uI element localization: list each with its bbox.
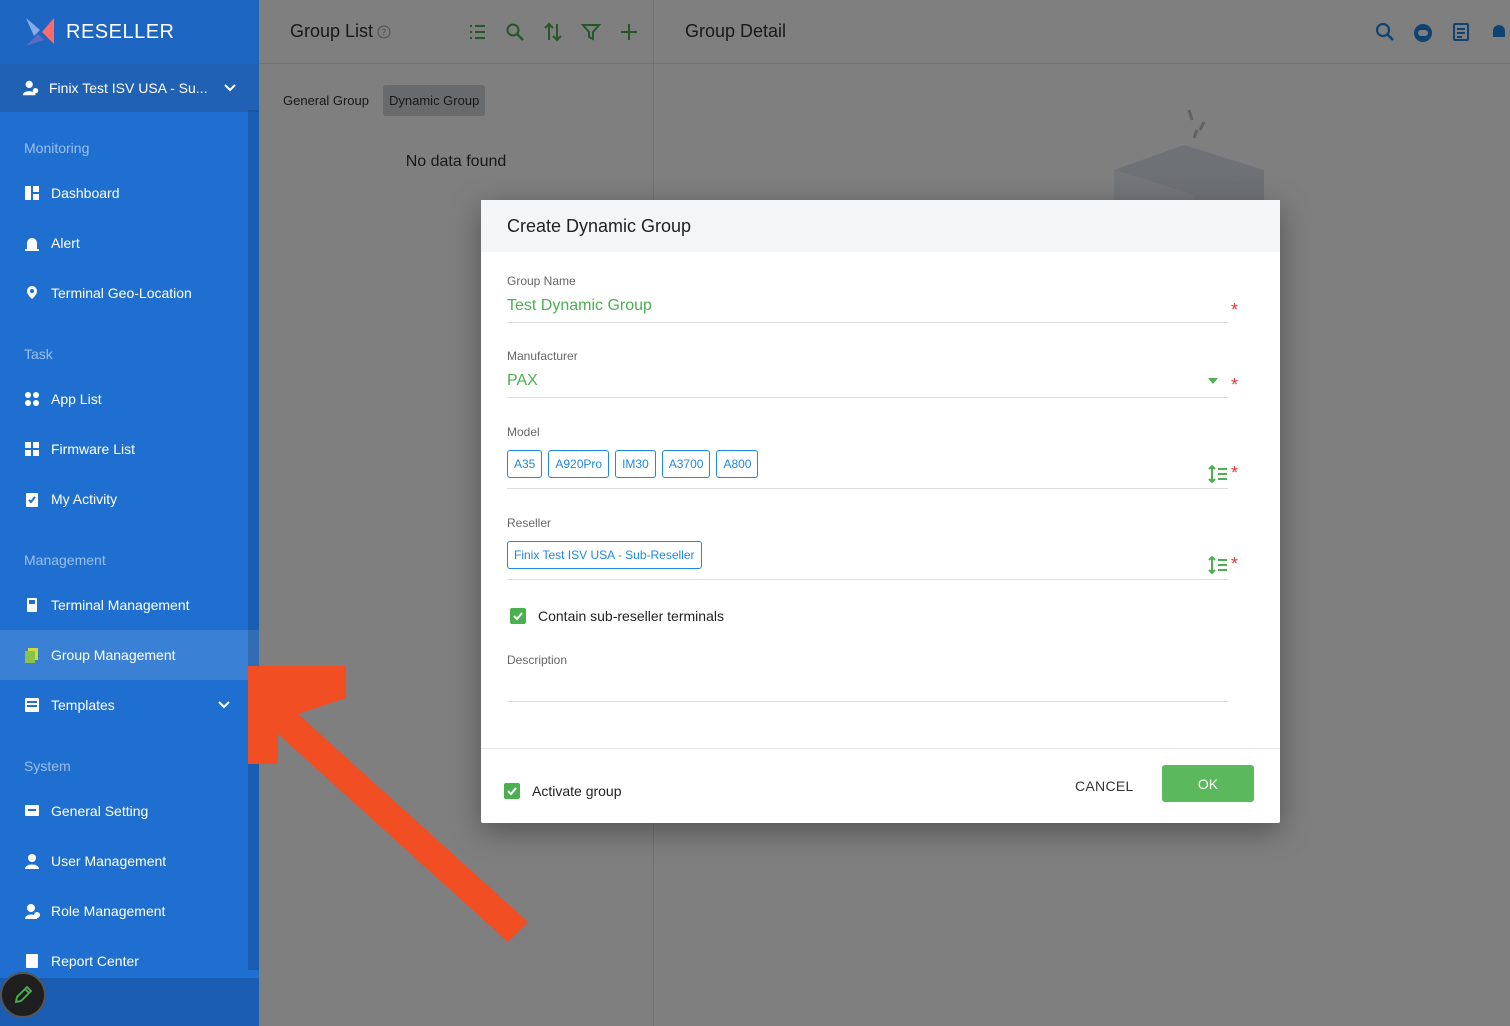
sidebar-item-label: Group Management xyxy=(51,647,176,663)
sidebar-item-templates[interactable]: Templates xyxy=(0,680,259,730)
ok-button[interactable]: OK xyxy=(1162,765,1254,802)
sidebar-item-my-activity[interactable]: My Activity xyxy=(0,474,259,524)
account-icon xyxy=(22,80,39,96)
sidebar-item-label: Firmware List xyxy=(51,441,136,457)
dropdown-arrow-icon[interactable] xyxy=(1208,378,1218,384)
field-underline xyxy=(507,488,1228,489)
model-chip[interactable]: A800 xyxy=(716,450,759,478)
sidebar-item-general-setting[interactable]: General Setting xyxy=(0,786,259,836)
sidebar-item-app-list[interactable]: App List xyxy=(0,374,259,424)
section-management: Management xyxy=(24,552,106,568)
section-monitoring: Monitoring xyxy=(24,140,90,156)
settings-icon xyxy=(24,803,40,819)
clipboard-icon xyxy=(24,491,40,507)
reseller-chip[interactable]: Finix Test ISV USA - Sub-Reseller xyxy=(507,541,702,569)
reseller-field: Reseller Finix Test ISV USA - Sub-Resell… xyxy=(507,516,1254,581)
dialog-title: Create Dynamic Group xyxy=(481,200,1280,252)
edit-fab-button[interactable] xyxy=(0,972,46,1018)
account-name: Finix Test ISV USA - Su... xyxy=(49,80,208,96)
sidebar-item-label: User Management xyxy=(51,853,167,869)
role-icon xyxy=(24,903,40,919)
sidebar-item-terminal-management[interactable]: Terminal Management xyxy=(0,580,259,630)
location-pin-icon xyxy=(24,285,40,301)
sidebar-item-label: My Activity xyxy=(51,491,118,507)
model-chips: A35 A920Pro IM30 A3700 A800 xyxy=(507,450,1254,478)
field-underline xyxy=(507,397,1228,398)
activate-group-label: Activate group xyxy=(532,783,622,799)
terminal-icon xyxy=(24,597,40,613)
sidebar-item-geo-location[interactable]: Terminal Geo-Location xyxy=(0,268,259,318)
sidebar-item-label: Dashboard xyxy=(51,185,120,201)
field-underline xyxy=(507,579,1228,580)
annotation-arrow-icon xyxy=(248,666,528,942)
sidebar-item-user-management[interactable]: User Management xyxy=(0,836,259,886)
sidebar-item-dashboard[interactable]: Dashboard xyxy=(0,168,259,218)
chevron-down-icon xyxy=(218,701,230,709)
section-system: System xyxy=(24,758,71,774)
group-name-input[interactable]: Test Dynamic Group xyxy=(507,297,1254,315)
sidebar-item-label: Terminal Management xyxy=(51,597,190,613)
sidebar-item-firmware-list[interactable]: Firmware List xyxy=(0,424,259,474)
group-name-label: Group Name xyxy=(507,274,576,288)
user-icon xyxy=(24,853,40,869)
description-field[interactable]: Description xyxy=(507,653,1254,703)
sidebar-item-group-management[interactable]: Group Management xyxy=(0,630,259,680)
select-list-icon[interactable] xyxy=(1208,464,1228,484)
required-mark: * xyxy=(1230,554,1238,574)
cancel-button[interactable]: CANCEL xyxy=(1061,768,1148,804)
sidebar: RESELLER Finix Test ISV USA - Su... Moni… xyxy=(0,0,259,1026)
model-field: Model A35 A920Pro IM30 A3700 A800 * xyxy=(507,425,1254,490)
contain-sub-reseller-checkbox[interactable]: Contain sub-reseller terminals xyxy=(510,608,724,624)
template-icon xyxy=(24,697,40,713)
manufacturer-label: Manufacturer xyxy=(507,349,578,363)
model-chip[interactable]: A920Pro xyxy=(548,450,610,478)
manufacturer-value[interactable]: PAX xyxy=(507,372,1254,390)
chevron-down-icon xyxy=(224,84,236,92)
group-icon xyxy=(24,647,40,663)
sidebar-item-label: Report Center xyxy=(51,953,139,969)
brand-header: RESELLER xyxy=(0,0,259,64)
sidebar-item-alert[interactable]: Alert xyxy=(0,218,259,268)
field-underline xyxy=(507,322,1228,323)
contain-sub-reseller-label: Contain sub-reseller terminals xyxy=(538,608,724,624)
dashboard-icon xyxy=(24,185,40,201)
footer-divider xyxy=(481,748,1280,749)
model-label: Model xyxy=(507,425,540,439)
alert-icon xyxy=(24,235,40,251)
sidebar-item-label: Alert xyxy=(51,235,80,251)
sidebar-item-role-management[interactable]: Role Management xyxy=(0,886,259,936)
select-list-icon[interactable] xyxy=(1208,555,1228,575)
description-label: Description xyxy=(507,653,568,667)
required-mark: * xyxy=(1230,375,1238,395)
sidebar-item-label: App List xyxy=(51,391,102,407)
sidebar-item-label: Terminal Geo-Location xyxy=(51,285,192,301)
account-switcher[interactable]: Finix Test ISV USA - Su... xyxy=(0,64,259,112)
reseller-label: Reseller xyxy=(507,516,552,530)
sidebar-item-label: Role Management xyxy=(51,903,166,919)
group-name-field[interactable]: Group Name Test Dynamic Group * xyxy=(507,274,1254,324)
section-task: Task xyxy=(24,346,53,362)
firmware-icon xyxy=(24,441,40,457)
sidebar-item-label: General Setting xyxy=(51,803,149,819)
sidebar-item-label: Templates xyxy=(51,697,115,713)
model-chip[interactable]: A35 xyxy=(507,450,543,478)
brand-logo-icon xyxy=(26,18,54,46)
model-chip[interactable]: IM30 xyxy=(615,450,656,478)
report-icon xyxy=(24,953,40,969)
model-chip[interactable]: A3700 xyxy=(661,450,711,478)
manufacturer-select[interactable]: Manufacturer PAX * xyxy=(507,349,1254,399)
checkbox-checked-icon[interactable] xyxy=(510,608,526,624)
reseller-chips: Finix Test ISV USA - Sub-Reseller xyxy=(507,541,1254,569)
required-mark: * xyxy=(1230,463,1238,483)
required-mark: * xyxy=(1230,300,1238,320)
pencil-icon xyxy=(14,985,33,1004)
field-underline xyxy=(507,701,1228,702)
create-dynamic-group-dialog: Create Dynamic Group Group Name Test Dyn… xyxy=(481,200,1280,823)
brand-name: RESELLER xyxy=(66,20,175,43)
apps-icon xyxy=(24,391,40,407)
